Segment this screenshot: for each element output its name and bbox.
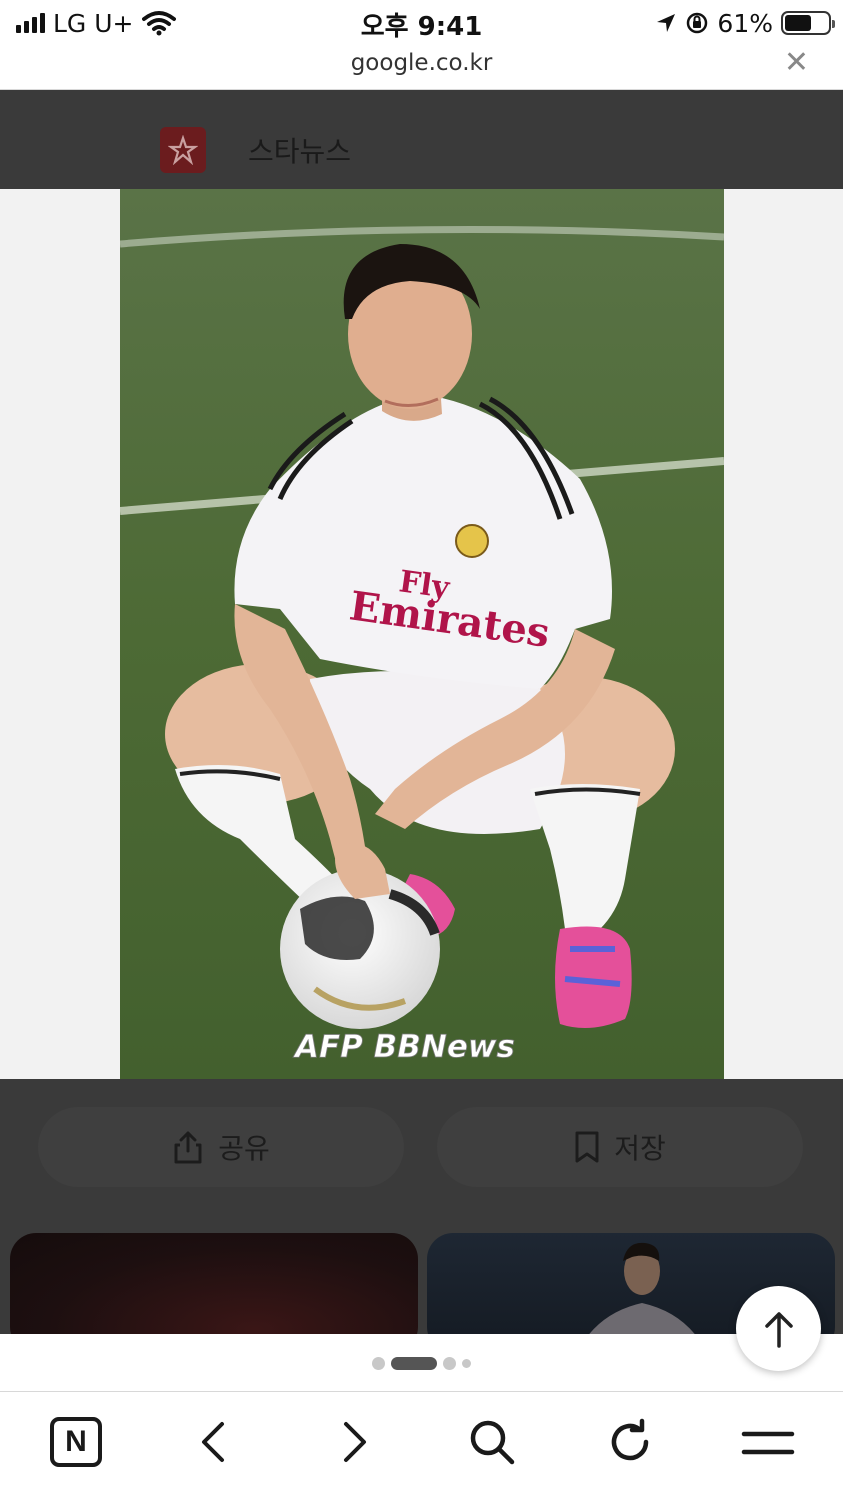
- save-label: 저장: [614, 1132, 666, 1165]
- battery-fill: [785, 15, 811, 31]
- page-dot[interactable]: [372, 1357, 385, 1370]
- naver-home-icon: N: [50, 1417, 102, 1467]
- forward-button[interactable]: [324, 1412, 384, 1472]
- bottom-toolbar: N: [0, 1392, 843, 1500]
- football-player-photo: Fly Emirates AFP BBNews: [120, 189, 724, 1079]
- search-button[interactable]: [462, 1412, 522, 1472]
- url-domain[interactable]: google.co.kr: [0, 50, 843, 76]
- page-dot[interactable]: [462, 1359, 471, 1368]
- source-name[interactable]: 스타뉴스: [248, 130, 351, 170]
- source-header: 스타뉴스: [0, 90, 843, 189]
- status-right: 61%: [655, 8, 835, 38]
- back-button[interactable]: [184, 1412, 244, 1472]
- close-icon[interactable]: ✕: [784, 48, 809, 78]
- scroll-to-top-button[interactable]: [736, 1286, 821, 1371]
- location-arrow-icon: [657, 14, 676, 32]
- source-logo-icon[interactable]: [160, 127, 206, 173]
- image-viewer: Fly Emirates AFP BBNews: [0, 189, 843, 1079]
- page-dot-active[interactable]: [391, 1357, 437, 1370]
- share-label: 공유: [218, 1132, 270, 1165]
- battery-percent: 61%: [717, 8, 773, 38]
- reload-icon: [611, 1418, 649, 1461]
- bookmark-icon: [575, 1131, 599, 1163]
- related-images: [0, 1233, 843, 1334]
- action-bar: 공유 저장: [0, 1079, 843, 1219]
- status-bar: LG U+ 오후 9:41 61%: [0, 0, 843, 46]
- reload-button[interactable]: [600, 1412, 660, 1472]
- menu-icon: [741, 1431, 795, 1455]
- arrow-up-icon: [764, 1311, 793, 1348]
- share-button[interactable]: 공유: [38, 1107, 404, 1187]
- search-icon: [470, 1420, 515, 1465]
- back-icon: [202, 1422, 224, 1462]
- image-viewer-page: 스타뉴스 Fly Emirates AFP BBNews 공유 저장: [0, 90, 843, 1334]
- url-bar[interactable]: google.co.kr ✕: [0, 46, 843, 90]
- naver-home-button[interactable]: N: [46, 1412, 106, 1472]
- afp-bbnews-watermark: AFP BBNews: [292, 1029, 515, 1065]
- orientation-lock-icon: [687, 12, 708, 34]
- battery-icon: [781, 11, 835, 35]
- share-icon: [174, 1131, 202, 1164]
- related-image-card[interactable]: [10, 1233, 418, 1334]
- page-indicator: [0, 1334, 843, 1392]
- menu-button[interactable]: [738, 1412, 798, 1472]
- page-dot[interactable]: [443, 1357, 456, 1370]
- save-button[interactable]: 저장: [437, 1107, 803, 1187]
- page-dots: [0, 1357, 843, 1370]
- star-logo-icon: [168, 135, 198, 165]
- forward-icon: [344, 1422, 366, 1462]
- article-photo[interactable]: Fly Emirates AFP BBNews: [120, 189, 724, 1079]
